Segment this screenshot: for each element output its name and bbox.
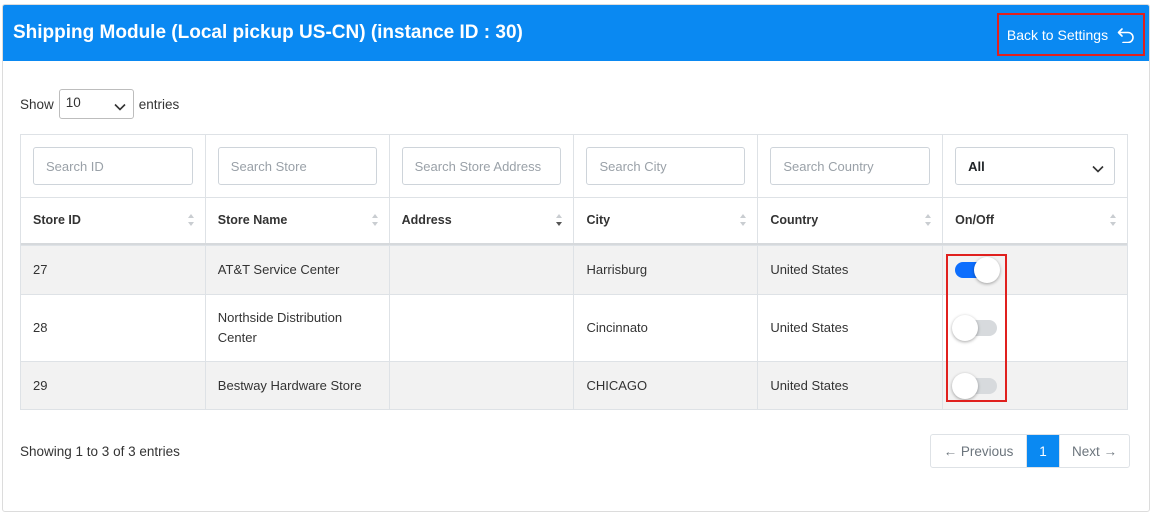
column-header-country[interactable]: Country	[757, 197, 944, 243]
store-toggle-switch[interactable]	[952, 372, 998, 399]
sort-icon	[924, 213, 932, 230]
page-1-button[interactable]: 1	[1027, 435, 1059, 467]
chevron-down-icon	[114, 99, 126, 114]
cell-address	[389, 294, 575, 362]
cell-store-name: Bestway Hardware Store	[205, 361, 390, 410]
cell-city: Harrisburg	[573, 245, 759, 295]
panel-header: Shipping Module (Local pickup US-CN) (in…	[3, 5, 1149, 61]
cell-address	[389, 245, 575, 295]
cell-city: CHICAGO	[573, 361, 759, 410]
search-address-input[interactable]	[401, 147, 562, 185]
column-header-store-name[interactable]: Store Name	[205, 197, 390, 243]
column-header-label: Store Name	[217, 213, 288, 228]
cell-on-off	[942, 245, 1128, 295]
entries-label: entries	[138, 96, 180, 112]
cell-store-name: Northside Distribution Center	[205, 294, 390, 362]
column-header-label: Address	[401, 213, 452, 228]
table-row: 29 Bestway Hardware Store CHICAGO United…	[20, 361, 1128, 410]
toggle-knob	[952, 315, 979, 341]
stores-table: All Store ID Store Name Address City Cou…	[20, 134, 1128, 410]
undo-arrow-icon	[1117, 27, 1135, 43]
cell-city: Cincinnato	[573, 294, 759, 362]
sort-icon	[371, 213, 379, 230]
cell-country: United States	[757, 294, 944, 362]
sort-icon	[187, 213, 195, 230]
search-id-input[interactable]	[33, 147, 193, 185]
column-header-address[interactable]: Address	[389, 197, 575, 243]
cell-on-off	[942, 294, 1128, 362]
column-header-label: Country	[770, 213, 819, 228]
cell-on-off	[942, 361, 1128, 410]
back-to-settings-label: Back to Settings	[1006, 26, 1109, 43]
column-header-city[interactable]: City	[573, 197, 759, 243]
cell-country: United States	[757, 361, 944, 410]
status-filter-value: All	[968, 159, 985, 174]
cell-store-id: 28	[20, 294, 206, 362]
status-filter-select[interactable]: All	[955, 147, 1115, 185]
cell-store-name: AT&T Service Center	[205, 245, 390, 295]
cell-store-id: 27	[20, 245, 206, 295]
cell-store-id: 29	[20, 361, 206, 410]
entries-length-select[interactable]: 10	[58, 89, 134, 119]
pagination: ← Previous 1 Next →	[930, 434, 1130, 468]
store-toggle-switch[interactable]	[955, 257, 1001, 283]
search-store-input[interactable]	[217, 147, 377, 185]
back-to-settings-button[interactable]: Back to Settings	[997, 13, 1145, 56]
sort-icon	[739, 213, 747, 230]
search-country-input[interactable]	[770, 147, 931, 185]
show-label: Show	[20, 96, 54, 112]
next-page-button[interactable]: Next →	[1059, 435, 1129, 467]
column-header-label: On/Off	[955, 213, 995, 228]
table-row: 27 AT&T Service Center Harrisburg United…	[20, 245, 1128, 295]
table-row: 28 Northside Distribution Center Cincinn…	[20, 294, 1128, 362]
column-header-on-off[interactable]: On/Off	[942, 197, 1128, 243]
search-row: All	[20, 134, 1128, 198]
toggle-knob	[952, 372, 979, 399]
column-header-store-id[interactable]: Store ID	[20, 197, 206, 243]
search-city-input[interactable]	[586, 147, 746, 185]
table-header-row: Store ID Store Name Address City Country…	[20, 197, 1128, 243]
entries-length-value: 10	[65, 95, 81, 110]
chevron-down-icon	[1092, 161, 1104, 176]
cell-address	[389, 361, 575, 410]
sort-icon	[1109, 213, 1117, 230]
sort-desc-icon	[555, 213, 563, 230]
entries-length-control: Show 10 entries	[20, 89, 179, 119]
store-toggle-switch[interactable]	[952, 315, 998, 341]
page-title: Shipping Module (Local pickup US-CN) (in…	[13, 22, 523, 43]
cell-country: United States	[757, 245, 944, 295]
column-header-label: City	[586, 213, 611, 228]
table-info: Showing 1 to 3 of 3 entries	[20, 444, 180, 459]
toggle-knob	[974, 257, 1001, 283]
column-header-label: Store ID	[33, 213, 81, 228]
previous-page-button[interactable]: ← Previous	[931, 435, 1027, 467]
